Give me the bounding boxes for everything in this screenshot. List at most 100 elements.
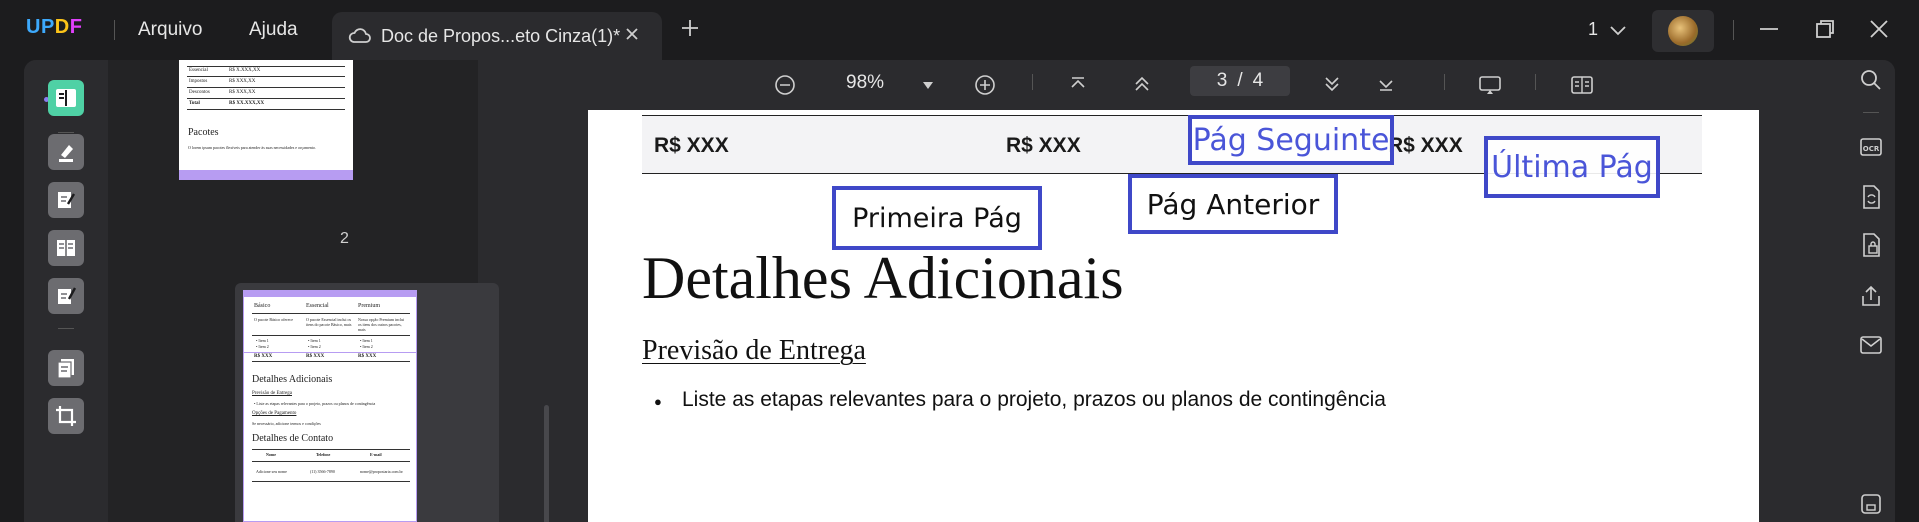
title-bar: UPDF Arquivo Ajuda Doc de Propos...eto C… — [0, 0, 1919, 60]
section-subheading: Previsão de Entrega — [642, 335, 866, 366]
minimize-icon[interactable] — [1758, 18, 1780, 45]
thumb-row-value: R$ XXX,XX — [229, 79, 256, 84]
new-tab-plus-icon[interactable] — [680, 18, 700, 40]
save-icon[interactable] — [1859, 492, 1883, 521]
bullet-item: Liste as etapas relevantes para o projet… — [654, 388, 1386, 412]
chevron-down-icon — [1610, 26, 1626, 36]
thumb-item: • Item 1 — [360, 338, 373, 343]
page-number-input[interactable]: 3 / 4 — [1190, 66, 1290, 96]
crop-tool-button[interactable] — [48, 398, 84, 434]
highlighter-icon — [59, 145, 73, 162]
thumb-text: • Liste as etapas relevantes para o proj… — [254, 401, 376, 406]
crop-icon — [56, 406, 76, 426]
thumb-item: • Item 2 — [308, 344, 321, 349]
thumb-desc: O pacote Básico oferece — [254, 317, 293, 322]
thumbnail-page-2[interactable]: Essencial R$ X.XXX,XX Impostos R$ XXX,XX… — [179, 60, 353, 180]
section-heading: Detalhes Adicionais — [642, 245, 1124, 311]
convert-icon[interactable] — [1859, 184, 1883, 215]
window-divider — [1733, 20, 1734, 40]
account-button[interactable] — [1652, 10, 1714, 52]
edit-doc-icon — [58, 192, 76, 208]
first-page-icon[interactable] — [1068, 74, 1088, 99]
organize-pages-button[interactable] — [48, 230, 84, 266]
page-layout-icon — [57, 240, 75, 256]
thumb-price: R$ XXX — [254, 354, 273, 359]
restore-icon[interactable] — [1814, 18, 1836, 45]
slideshow-icon[interactable] — [1478, 74, 1502, 101]
price-premium: R$ XXX — [1388, 134, 1463, 157]
close-window-icon[interactable] — [1868, 18, 1890, 45]
thumbnail-page-3[interactable]: Básico Essencial Premium O pacote Básico… — [243, 290, 417, 522]
title-divider — [114, 20, 115, 40]
cloud-icon — [348, 26, 372, 51]
updf-logo: UPDF — [26, 16, 83, 38]
page-selector-value: 1 — [1588, 19, 1599, 39]
thumb-row-value: R$ X.XXX,XX — [229, 68, 261, 73]
app-workspace: Essencial R$ X.XXX,XX Impostos R$ XXX,XX… — [24, 60, 1895, 522]
current-page: 3 — [1216, 70, 1228, 91]
last-page-label: Última Pág — [1491, 149, 1653, 185]
protect-icon[interactable] — [1859, 232, 1883, 263]
share-icon[interactable] — [1859, 284, 1883, 313]
thumb-subheading: Previsão de Entrega — [252, 391, 292, 396]
comment-tool-button[interactable] — [48, 134, 84, 170]
previous-page-link[interactable]: Pág Anterior — [1128, 174, 1338, 234]
thumb-price: R$ XXX — [306, 354, 325, 359]
thumb-row-label: Impostos — [189, 79, 208, 84]
thumb-price: R$ XXX — [358, 354, 377, 359]
zoom-level[interactable]: 98% — [846, 72, 884, 94]
thumb-row-label: Total — [189, 101, 200, 106]
zoom-dropdown-icon[interactable] — [922, 78, 934, 96]
page-display-icon[interactable] — [1570, 74, 1594, 101]
previous-page-icon[interactable] — [1132, 74, 1152, 99]
thumbnail-page-number: 2 — [340, 230, 349, 247]
thumb-section-text: O lorem ipsum pacotes flexíveis para ate… — [188, 145, 316, 150]
close-tab-icon[interactable] — [624, 26, 640, 46]
thumb-heading: Detalhes Adicionais — [252, 374, 333, 385]
price-essential: R$ XXX — [1006, 134, 1081, 157]
thumb-text: Se necessário, adicione termos e condiçõ… — [252, 421, 321, 426]
rail-divider — [58, 328, 74, 329]
zoom-out-icon[interactable] — [774, 74, 796, 101]
thumb-heading: Detalhes de Contato — [252, 433, 334, 444]
edit-pdf-button[interactable] — [48, 182, 84, 218]
menu-ajuda[interactable]: Ajuda — [249, 19, 298, 41]
last-page-link[interactable]: Última Pág — [1484, 136, 1660, 198]
documents-icon — [57, 359, 74, 379]
form-pen-icon — [58, 287, 77, 304]
pdf-page: R$ XXX R$ XXX R$ XXX Pág Seguinte Última… — [588, 110, 1759, 522]
thumb-contact-val: (11) 3566-7890 — [310, 469, 335, 474]
menu-arquivo[interactable]: Arquivo — [138, 19, 202, 41]
next-page-label: Pág Seguinte — [1192, 122, 1390, 158]
tab-title: Doc de Propos...eto Cinza(1)* — [381, 26, 621, 46]
thumb-col: Essencial — [306, 303, 329, 309]
thumb-header-band — [244, 291, 416, 297]
thumb-item: • Item 1 — [256, 338, 269, 343]
page-separator: / — [1237, 70, 1243, 91]
book-open-icon — [56, 89, 76, 107]
first-page-link[interactable]: Primeira Pág — [832, 186, 1042, 250]
reader-mode-button[interactable] — [48, 80, 84, 116]
toolbar-divider — [1444, 74, 1445, 90]
thumb-item: • Item 2 — [256, 344, 269, 349]
copy-pages-button[interactable] — [48, 350, 84, 386]
fill-sign-button[interactable] — [48, 278, 84, 314]
next-page-link[interactable]: Pág Seguinte — [1188, 115, 1394, 165]
ocr-icon[interactable]: OCR — [1859, 134, 1883, 165]
last-page-icon[interactable] — [1376, 74, 1396, 99]
email-icon[interactable] — [1859, 334, 1883, 361]
right-tool-rail: OCR — [1847, 60, 1895, 522]
thumb-contact-val: nome@propostaria.com.br — [360, 469, 403, 474]
svg-text:OCR: OCR — [1863, 145, 1880, 153]
price-basic: R$ XXX — [654, 134, 729, 157]
next-page-icon[interactable] — [1322, 74, 1342, 99]
search-icon[interactable] — [1859, 68, 1883, 97]
document-tab[interactable]: Doc de Propos...eto Cinza(1)* — [332, 12, 662, 60]
thumb-col: Premium — [358, 303, 380, 309]
thumb-row-value: R$ XX.XXX,XX — [229, 101, 265, 106]
previous-page-label: Pág Anterior — [1146, 187, 1320, 221]
thumbnail-scrollbar[interactable] — [544, 405, 549, 522]
bullet-text: Liste as etapas relevantes para o projet… — [682, 388, 1386, 411]
page-selector[interactable]: 1 — [1588, 19, 1627, 40]
zoom-in-icon[interactable] — [974, 74, 996, 101]
